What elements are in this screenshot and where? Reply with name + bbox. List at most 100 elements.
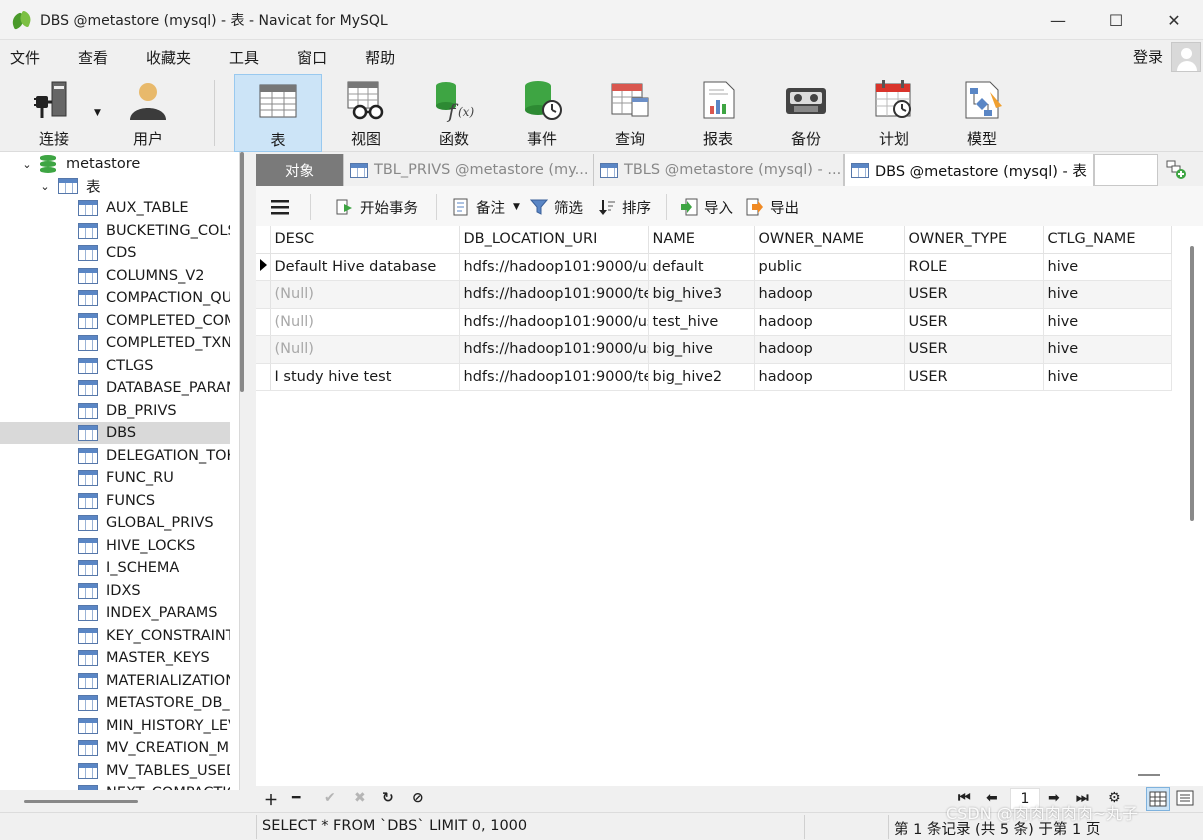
- schedule-button[interactable]: 计划: [850, 74, 938, 152]
- table-row[interactable]: (Null)hdfs://hadoop101:9000/test/big_hiv…: [256, 280, 1172, 309]
- tree-table-item[interactable]: IDXS: [0, 580, 230, 602]
- tree-table-item[interactable]: HIVE_LOCKS: [0, 535, 230, 557]
- grid-horizontal-scrollbar[interactable]: [1138, 774, 1160, 776]
- backup-button[interactable]: 备份: [762, 74, 850, 152]
- grid-cell[interactable]: public: [754, 253, 905, 281]
- chevron-down-icon[interactable]: ⌄: [20, 158, 34, 171]
- tree-table-item[interactable]: FUNC_RU: [0, 467, 230, 489]
- column-header[interactable]: OWNER_TYPE: [904, 226, 1044, 254]
- tree-table-item[interactable]: GLOBAL_PRIVS: [0, 512, 230, 534]
- filter-button[interactable]: 筛选: [529, 196, 583, 218]
- tree-table-item[interactable]: CTLGS: [0, 355, 230, 377]
- tree-table-item[interactable]: INDEX_PARAMS: [0, 602, 230, 624]
- grid-cell[interactable]: big_hive3: [648, 280, 755, 309]
- tree-database-metastore[interactable]: ⌄ metastore: [0, 153, 230, 175]
- stop-icon[interactable]: ⊘: [412, 790, 424, 806]
- view-button[interactable]: 视图: [322, 74, 410, 152]
- grid-cell[interactable]: hdfs://hadoop101:9000/test/big_hive2.db: [459, 363, 649, 391]
- tree-table-item[interactable]: CDS: [0, 242, 230, 264]
- grid-cell[interactable]: Default Hive database: [270, 253, 460, 281]
- tree-table-item[interactable]: DELEGATION_TOKENS: [0, 445, 230, 467]
- tree-table-item[interactable]: METASTORE_DB_PROPERTIES: [0, 692, 230, 714]
- menu-hamburger-icon[interactable]: [270, 196, 290, 218]
- avatar[interactable]: [1171, 42, 1201, 72]
- delete-record-icon[interactable]: ━: [292, 790, 300, 806]
- close-button[interactable]: ✕: [1145, 0, 1203, 40]
- menu-tools[interactable]: 工具: [219, 47, 269, 68]
- grid-cell[interactable]: hdfs://hadoop101:9000/user/hive/warehous…: [459, 335, 649, 364]
- grid-cell[interactable]: hdfs://hadoop101:9000/test/big_hive3.db: [459, 280, 649, 309]
- table-row[interactable]: Default Hive database hdfs://hadoop101:90…: [256, 253, 1172, 281]
- column-header[interactable]: DB_LOCATION_URI: [459, 226, 649, 254]
- connect-button[interactable]: 连接: [10, 74, 98, 152]
- grid-cell[interactable]: hive: [1043, 308, 1172, 336]
- apply-changes-icon[interactable]: ✔: [324, 790, 336, 806]
- grid-cell[interactable]: ROLE: [904, 253, 1044, 281]
- tab-dbs[interactable]: DBS @metastore (mysql) - 表: [844, 154, 1094, 186]
- grid-view-icon[interactable]: [1146, 787, 1170, 811]
- maximize-button[interactable]: ☐: [1087, 0, 1145, 40]
- grid-cell[interactable]: hadoop: [754, 335, 905, 364]
- tree-vertical-scrollbar[interactable]: [240, 152, 244, 392]
- column-header[interactable]: NAME: [648, 226, 755, 254]
- tree-table-item[interactable]: AUX_TABLE: [0, 197, 230, 219]
- menu-favorites[interactable]: 收藏夹: [136, 47, 201, 68]
- report-button[interactable]: 报表: [674, 74, 762, 152]
- comment-button[interactable]: 备注 ▼: [452, 196, 520, 218]
- event-button[interactable]: 事件: [498, 74, 586, 152]
- tree-table-item[interactable]: MATERIALIZATION_REBUILD_LOCKS: [0, 670, 230, 692]
- tree-table-item[interactable]: I_SCHEMA: [0, 557, 230, 579]
- grid-cell[interactable]: I study hive test: [270, 363, 460, 391]
- refresh-icon[interactable]: ↻: [382, 790, 394, 806]
- chevron-down-icon[interactable]: ⌄: [38, 180, 52, 193]
- grid-cell[interactable]: hadoop: [754, 280, 905, 309]
- menu-file[interactable]: 文件: [0, 47, 50, 68]
- grid-cell[interactable]: hive: [1043, 253, 1172, 281]
- comment-dropdown-arrow-icon[interactable]: ▼: [513, 202, 520, 212]
- tree-table-item[interactable]: COMPLETED_COMPACTIONS: [0, 310, 230, 332]
- tree-table-item[interactable]: COLUMNS_V2: [0, 265, 230, 287]
- connect-dropdown-arrow-icon[interactable]: ▼: [94, 108, 101, 118]
- table-row[interactable]: (Null)hdfs://hadoop101:9000/user/hive/wa…: [256, 308, 1172, 336]
- tree-table-item[interactable]: DATABASE_PARAMS: [0, 377, 230, 399]
- import-button[interactable]: 导入: [680, 196, 733, 218]
- grid-cell[interactable]: test_hive: [648, 308, 755, 336]
- grid-cell[interactable]: hive: [1043, 335, 1172, 364]
- tree-table-item[interactable]: BUCKETING_COLS: [0, 220, 230, 242]
- grid-cell[interactable]: default: [648, 253, 755, 281]
- table-row[interactable]: (Null)hdfs://hadoop101:9000/user/hive/wa…: [256, 335, 1172, 364]
- tree-table-item[interactable]: FUNCS: [0, 490, 230, 512]
- tree-table-item[interactable]: DBS: [0, 422, 230, 444]
- tree-table-item[interactable]: DB_PRIVS: [0, 400, 230, 422]
- new-tab-icon[interactable]: [1166, 160, 1188, 180]
- grid-cell[interactable]: big_hive2: [648, 363, 755, 391]
- menu-view[interactable]: 查看: [68, 47, 118, 68]
- tree-table-item[interactable]: KEY_CONSTRAINTS: [0, 625, 230, 647]
- export-button[interactable]: 导出: [746, 196, 799, 218]
- function-button[interactable]: f (x) 函数: [410, 74, 498, 152]
- grid-cell[interactable]: hive: [1043, 363, 1172, 391]
- table-button[interactable]: 表: [234, 74, 322, 152]
- tree-table-item[interactable]: MIN_HISTORY_LEVEL: [0, 715, 230, 737]
- grid-cell[interactable]: hdfs://hadoop101:9000/user/hive/warehous…: [459, 253, 649, 281]
- grid-cell[interactable]: hadoop: [754, 308, 905, 336]
- grid-cell[interactable]: big_hive: [648, 335, 755, 364]
- column-header[interactable]: OWNER_NAME: [754, 226, 905, 254]
- menu-help[interactable]: 帮助: [355, 47, 405, 68]
- table-row[interactable]: I study hive test hdfs://hadoop101:9000/t…: [256, 363, 1172, 391]
- menu-window[interactable]: 窗口: [287, 47, 337, 68]
- column-header[interactable]: DESC: [270, 226, 460, 254]
- tree-table-item[interactable]: COMPACTION_QUEUE: [0, 287, 230, 309]
- grid-cell[interactable]: (Null): [270, 308, 460, 336]
- tree-horizontal-scrollbar[interactable]: [24, 800, 138, 803]
- row-indicator[interactable]: [256, 308, 271, 336]
- tree-table-item[interactable]: MASTER_KEYS: [0, 647, 230, 669]
- grid-vertical-scrollbar[interactable]: [1190, 246, 1194, 521]
- grid-cell[interactable]: USER: [904, 308, 1044, 336]
- model-button[interactable]: 模型: [938, 74, 1026, 152]
- row-indicator[interactable]: [256, 363, 271, 391]
- row-indicator[interactable]: [256, 335, 271, 364]
- grid-cell[interactable]: (Null): [270, 280, 460, 309]
- add-record-icon[interactable]: ＋: [264, 790, 278, 810]
- column-header[interactable]: CTLG_NAME: [1043, 226, 1172, 254]
